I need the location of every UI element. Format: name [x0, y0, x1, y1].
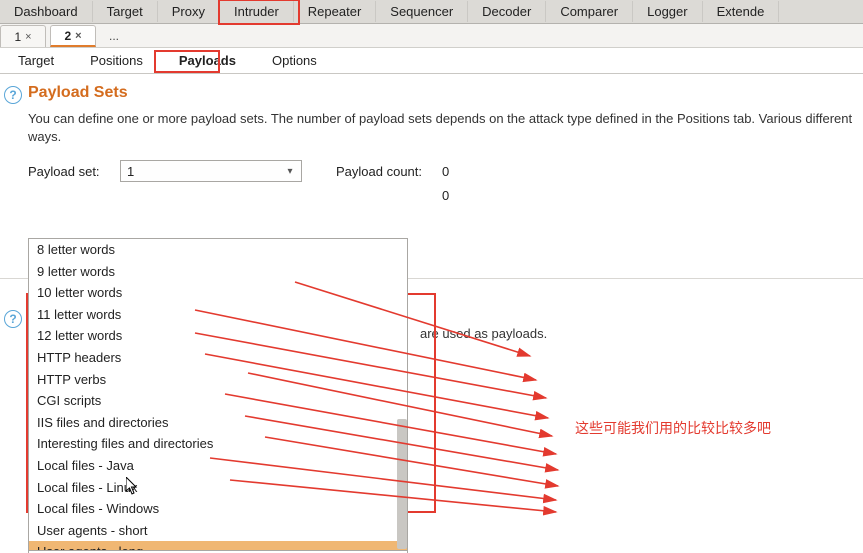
subtab-options[interactable]: Options — [254, 49, 335, 72]
list-item[interactable]: 11 letter words — [29, 304, 407, 326]
session-tab-2[interactable]: 2 × — [50, 25, 96, 47]
close-icon[interactable]: × — [25, 31, 31, 43]
options-desc-tail: are used as payloads. — [420, 326, 547, 341]
list-item[interactable]: HTTP headers — [29, 347, 407, 369]
main-tab-bar: Dashboard Target Proxy Intruder Repeater… — [0, 0, 863, 24]
request-count-value: 0 — [442, 188, 462, 203]
subtab-payloads[interactable]: Payloads — [161, 49, 254, 72]
list-item[interactable]: 12 letter words — [29, 325, 407, 347]
payload-set-value: 1 — [127, 164, 134, 179]
payload-count-value: 0 — [442, 164, 462, 179]
tab-comparer[interactable]: Comparer — [546, 1, 633, 22]
list-item[interactable]: HTTP verbs — [29, 369, 407, 391]
payload-count-label: Payload count: — [336, 164, 434, 179]
tab-proxy[interactable]: Proxy — [158, 1, 220, 22]
tab-dashboard[interactable]: Dashboard — [0, 1, 93, 22]
session-tab-1-label: 1 — [14, 30, 21, 44]
tab-repeater[interactable]: Repeater — [294, 1, 376, 22]
help-icon[interactable]: ? — [4, 310, 22, 328]
payload-set-dropdown[interactable]: 1 ▾ — [120, 160, 302, 182]
payload-sets-desc: You can define one or more payload sets.… — [28, 110, 863, 146]
subtab-target[interactable]: Target — [0, 49, 72, 72]
tab-logger[interactable]: Logger — [633, 1, 702, 22]
session-tab-more[interactable]: ... — [100, 25, 128, 47]
payload-set-label: Payload set: — [28, 164, 112, 179]
session-tab-bar: 1 × 2 × ... — [0, 24, 863, 48]
help-icon[interactable]: ? — [4, 86, 22, 104]
list-item[interactable]: Local files - Linux — [29, 477, 407, 499]
list-item[interactable]: Interesting files and directories — [29, 433, 407, 455]
list-item[interactable]: CGI scripts — [29, 390, 407, 412]
tab-sequencer[interactable]: Sequencer — [376, 1, 468, 22]
scrollbar-thumb[interactable] — [397, 419, 407, 549]
subtab-positions[interactable]: Positions — [72, 49, 161, 72]
session-tab-2-label: 2 — [64, 29, 71, 43]
tab-target[interactable]: Target — [93, 1, 158, 22]
payload-sets-title: Payload Sets — [28, 84, 863, 102]
annotation-text: 这些可能我们用的比较比较多吧 — [575, 418, 795, 440]
close-icon[interactable]: × — [75, 30, 81, 42]
list-item[interactable]: User agents - short — [29, 520, 407, 542]
list-item[interactable]: IIS files and directories — [29, 412, 407, 434]
payload-list-popup: 8 letter words9 letter words10 letter wo… — [28, 238, 408, 553]
intruder-subtab-bar: Target Positions Payloads Options — [0, 48, 863, 74]
tab-intruder[interactable]: Intruder — [220, 1, 294, 22]
list-item[interactable]: Local files - Windows — [29, 498, 407, 520]
list-item[interactable]: 8 letter words — [29, 239, 407, 261]
list-item[interactable]: 9 letter words — [29, 261, 407, 283]
tab-extender[interactable]: Extende — [703, 1, 780, 22]
tab-decoder[interactable]: Decoder — [468, 1, 546, 22]
list-item[interactable]: User agents - long — [29, 541, 407, 550]
chevron-down-icon: ▾ — [283, 166, 297, 177]
session-tab-1[interactable]: 1 × — [0, 25, 46, 47]
list-item[interactable]: Local files - Java — [29, 455, 407, 477]
list-item[interactable]: 10 letter words — [29, 282, 407, 304]
